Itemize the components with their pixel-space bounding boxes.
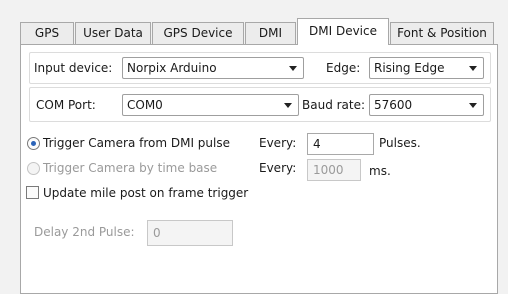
tab-font-position[interactable]: Font & Position	[390, 22, 494, 44]
time-base-unit: ms.	[369, 164, 391, 178]
baud-rate-label: Baud rate:	[302, 98, 366, 112]
tab-gps-device-label: GPS Device	[163, 26, 233, 40]
input-device-select[interactable]: Norpix Arduino	[122, 57, 304, 79]
time-base-value: 1000	[313, 163, 344, 177]
trigger-dmi-radio[interactable]	[27, 137, 40, 150]
time-base-input[interactable]: 1000	[307, 159, 361, 181]
delay-2nd-pulse-value: 0	[153, 226, 161, 240]
tab-dmi-device[interactable]: DMI Device	[297, 18, 389, 45]
delay-2nd-pulse-input[interactable]: 0	[147, 220, 233, 246]
baud-rate-select[interactable]: 57600	[369, 94, 484, 116]
tab-gps-device[interactable]: GPS Device	[152, 22, 244, 44]
input-device-label: Input device:	[34, 61, 113, 75]
chevron-down-icon	[289, 66, 297, 71]
pulses-unit: Pulses.	[379, 136, 421, 150]
tab-gps[interactable]: GPS	[20, 22, 74, 44]
input-device-value: Norpix Arduino	[127, 61, 217, 75]
chevron-down-icon	[469, 66, 477, 71]
edge-label: Edge:	[326, 61, 361, 75]
com-port-label: COM Port:	[36, 98, 96, 112]
tab-font-position-label: Font & Position	[397, 26, 487, 40]
update-mile-post-checkbox[interactable]	[26, 186, 39, 199]
dmi-device-panel: Input device: Norpix Arduino Edge: Risin…	[20, 44, 498, 294]
pulses-value: 4	[313, 137, 321, 151]
baud-rate-value: 57600	[374, 98, 413, 112]
com-port-value: COM0	[127, 98, 163, 112]
trigger-dmi-label[interactable]: Trigger Camera from DMI pulse	[43, 135, 230, 151]
edge-value: Rising Edge	[374, 61, 445, 75]
chevron-down-icon	[469, 103, 477, 108]
trigger-time-label[interactable]: Trigger Camera by time base	[43, 160, 217, 176]
edge-select[interactable]: Rising Edge	[369, 57, 484, 79]
delay-2nd-pulse-label: Delay 2nd Pulse:	[34, 225, 135, 239]
tab-user-data[interactable]: User Data	[75, 22, 151, 44]
tab-gps-label: GPS	[34, 26, 60, 40]
pulses-input[interactable]: 4	[307, 133, 374, 155]
trigger-time-radio[interactable]	[27, 162, 40, 175]
trigger-time-every-label: Every:	[259, 161, 297, 175]
update-mile-post-label[interactable]: Update mile post on frame trigger	[43, 185, 248, 201]
trigger-dmi-every-label: Every:	[259, 136, 297, 150]
tab-dmi-device-label: DMI Device	[309, 24, 377, 38]
chevron-down-icon	[284, 103, 292, 108]
tab-user-data-label: User Data	[83, 26, 143, 40]
tab-dmi[interactable]: DMI	[245, 22, 296, 44]
com-port-select[interactable]: COM0	[122, 94, 299, 116]
tab-dmi-label: DMI	[258, 26, 283, 40]
